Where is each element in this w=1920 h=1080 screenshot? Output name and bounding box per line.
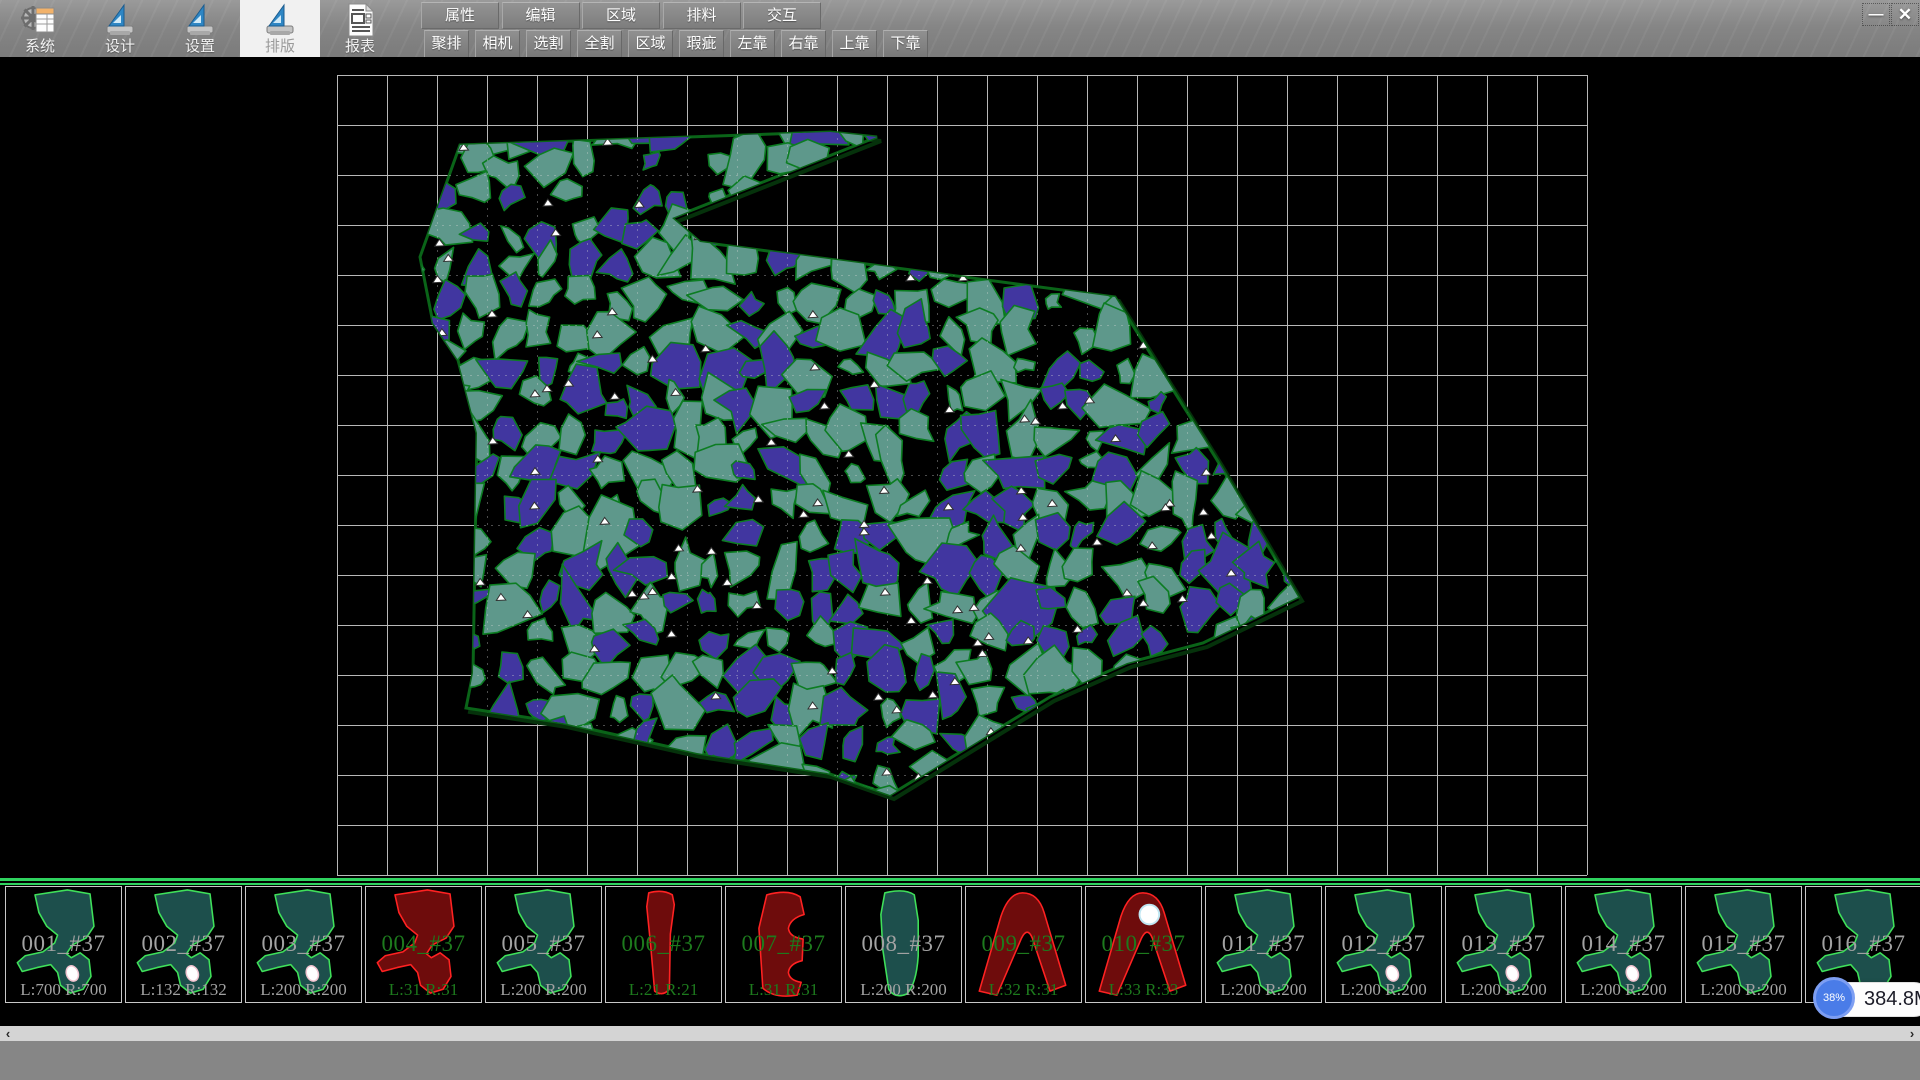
part-thumbnail-5[interactable]: 005_#37 L:200 R:200 xyxy=(485,886,602,1003)
part-shape xyxy=(126,887,239,1000)
part-thumbnail-4[interactable]: 004_#37 L:31 R:31 xyxy=(365,886,482,1003)
nesting-canvas-svg xyxy=(0,57,1920,878)
tool-button-9[interactable]: 上靠 xyxy=(832,30,877,58)
part-shape xyxy=(366,887,479,1000)
part-shape xyxy=(1686,887,1799,1000)
tool-button-3[interactable]: 选割 xyxy=(526,30,571,58)
part-thumbnail-7[interactable]: 007_#37 L:31 R:31 xyxy=(725,886,842,1003)
application-window: 系统设计设置排版报表 属性编辑区域排料交互 聚排相机选割全割区域瑕疵左靠右靠上靠… xyxy=(0,0,1920,1080)
progress-circle: 38% xyxy=(1813,977,1855,1019)
horizontal-scrollbar[interactable]: ‹ › xyxy=(0,1026,1920,1041)
part-shape xyxy=(486,887,599,1000)
menu-item-3[interactable]: 区域 xyxy=(582,2,660,29)
nesting-canvas[interactable] xyxy=(0,57,1920,878)
main-button-4[interactable]: 排版 xyxy=(240,0,320,57)
part-shape xyxy=(1446,887,1559,1000)
menu-item-2[interactable]: 编辑 xyxy=(502,2,580,29)
tool-button-1[interactable]: 聚排 xyxy=(424,30,469,58)
part-shape xyxy=(846,887,959,1000)
part-thumbnail-11[interactable]: 011_#37 L:200 R:200 xyxy=(1205,886,1322,1003)
part-shape xyxy=(966,887,1079,1000)
main-button-label: 设计 xyxy=(105,38,135,56)
part-thumbnail-8[interactable]: 008_#37 L:200 R:200 xyxy=(845,886,962,1003)
tool-button-2[interactable]: 相机 xyxy=(475,30,520,58)
toolbar: 系统设计设置排版报表 属性编辑区域排料交互 聚排相机选割全割区域瑕疵左靠右靠上靠… xyxy=(0,0,1920,57)
main-button-label: 系统 xyxy=(25,38,55,56)
tool-button-4[interactable]: 全割 xyxy=(577,30,622,58)
part-shape xyxy=(726,887,839,1000)
tool-button-5[interactable]: 区域 xyxy=(628,30,673,58)
part-shape xyxy=(6,887,119,1000)
strip-top-line xyxy=(0,878,1920,881)
strip-top-line-2 xyxy=(0,883,1920,885)
tool-button-7[interactable]: 左靠 xyxy=(730,30,775,58)
nesting-icon xyxy=(260,2,300,38)
part-thumbnail-3[interactable]: 003_#37 L:200 R:200 xyxy=(245,886,362,1003)
part-thumbnail-12[interactable]: 012_#37 L:200 R:200 xyxy=(1325,886,1442,1003)
main-button-3[interactable]: 设置 xyxy=(160,0,240,57)
part-thumbnail-1[interactable]: 001_#37 L:700 R:700 xyxy=(5,886,122,1003)
part-thumbnail-2[interactable]: 002_#37 L:132 R:132 xyxy=(125,886,242,1003)
report-icon xyxy=(340,2,380,38)
scroll-left-icon[interactable]: ‹ xyxy=(0,1026,16,1041)
part-thumbnail-6[interactable]: 006_#37 L:21 R:21 xyxy=(605,886,722,1003)
tool-button-6[interactable]: 瑕疵 xyxy=(679,30,724,58)
part-thumbnail-13[interactable]: 013_#37 L:200 R:200 xyxy=(1445,886,1562,1003)
part-thumbnail-strip: 001_#37 L:700 R:700 002_#37 L:132 R:132 … xyxy=(0,878,1920,1008)
tool-button-10[interactable]: 下靠 xyxy=(883,30,928,58)
minimize-button[interactable]: — xyxy=(1862,3,1890,26)
part-thumbnail-15[interactable]: 015_#37 L:200 R:200 xyxy=(1685,886,1802,1003)
menu-item-1[interactable]: 属性 xyxy=(421,2,499,29)
part-shape xyxy=(1326,887,1439,1000)
menu-item-5[interactable]: 交互 xyxy=(743,2,821,29)
close-button[interactable]: ✕ xyxy=(1891,3,1919,26)
main-button-label: 设置 xyxy=(185,38,215,56)
settings-icon xyxy=(180,2,220,38)
part-shape xyxy=(1086,887,1199,1000)
main-button-5[interactable]: 报表 xyxy=(320,0,400,57)
part-shape xyxy=(1566,887,1679,1000)
status-footer xyxy=(0,1041,1920,1080)
progress-percent: 38% xyxy=(1823,992,1845,1004)
main-button-1[interactable]: 系统 xyxy=(0,0,80,57)
main-button-2[interactable]: 设计 xyxy=(80,0,160,57)
scroll-right-icon[interactable]: › xyxy=(1904,1026,1920,1041)
tool-button-8[interactable]: 右靠 xyxy=(781,30,826,58)
part-thumbnail-10[interactable]: 010_#37 L:33 R:33 xyxy=(1085,886,1202,1003)
part-thumbnail-14[interactable]: 014_#37 L:200 R:200 xyxy=(1565,886,1682,1003)
system-icon xyxy=(20,2,60,38)
menu-item-4[interactable]: 排料 xyxy=(663,2,741,29)
part-thumbnail-9[interactable]: 009_#37 L:32 R:31 xyxy=(965,886,1082,1003)
part-shape xyxy=(246,887,359,1000)
memory-value: 384.8M xyxy=(1864,988,1920,1011)
main-button-label: 排版 xyxy=(265,38,295,56)
main-button-label: 报表 xyxy=(345,38,375,56)
design-icon xyxy=(100,2,140,38)
part-thumbnail-list: 001_#37 L:700 R:700 002_#37 L:132 R:132 … xyxy=(5,886,1920,1004)
part-shape xyxy=(1206,887,1319,1000)
part-shape xyxy=(606,887,719,1000)
